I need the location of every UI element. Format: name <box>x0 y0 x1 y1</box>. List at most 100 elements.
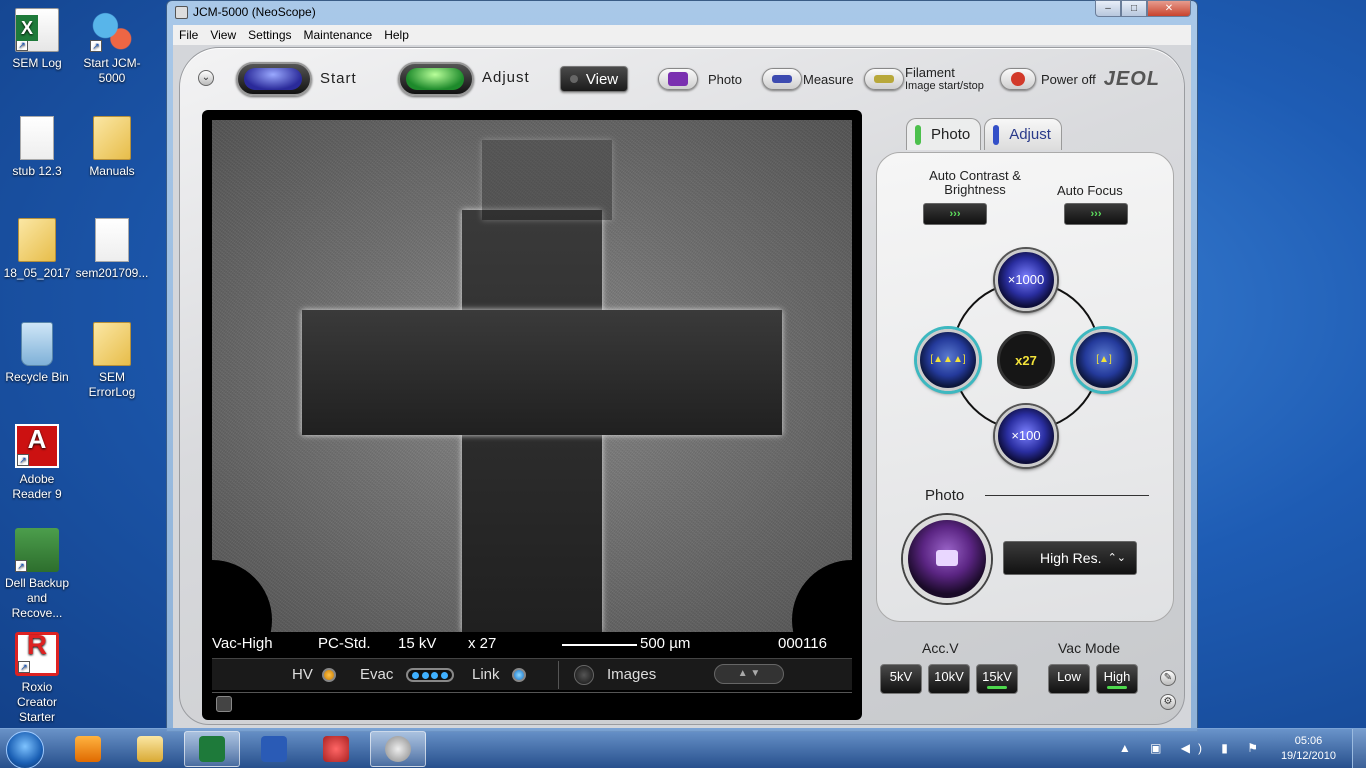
maximize-button[interactable]: □ <box>1121 0 1147 17</box>
sem-image[interactable] <box>212 120 852 632</box>
adjust-button[interactable] <box>398 62 474 96</box>
folder-icon <box>137 736 163 762</box>
auto-contrast-label: Auto Contrast & Brightness <box>929 168 1021 197</box>
desktop-icon-start-jcm[interactable]: ↗ Start JCM-5000 <box>75 8 149 86</box>
menu-settings[interactable]: Settings <box>242 28 297 42</box>
tab-photo-label: Photo <box>931 126 971 143</box>
accv-15kv-button[interactable]: 15kV <box>976 664 1018 694</box>
export-icon[interactable] <box>216 696 232 712</box>
measure-button[interactable] <box>762 68 802 90</box>
mode-readout: PC-Std. <box>318 635 371 652</box>
title-bar[interactable]: JCM-5000 (NeoScope) <box>167 1 1197 23</box>
images-label[interactable]: Images <box>607 666 656 683</box>
mag-1000-button[interactable]: ×1000 <box>995 249 1057 311</box>
desktop-icon-dell-backup[interactable]: ↗ Dell Backup and Recove... <box>0 528 74 621</box>
vac-low-button[interactable]: Low <box>1048 664 1090 694</box>
desktop-icon-stub[interactable]: stub 12.3 <box>0 116 74 179</box>
minimize-button[interactable]: – <box>1095 0 1121 17</box>
take-photo-button[interactable] <box>903 515 991 603</box>
text-document-icon <box>95 218 129 262</box>
menu-file[interactable]: File <box>173 28 204 42</box>
accv-10kv-button[interactable]: 10kV <box>928 664 970 694</box>
panel-tabs: Photo Adjust <box>906 118 1065 152</box>
image-scroll-arrows[interactable]: ▲ ▼ <box>714 664 784 684</box>
desktop-icon-sem-errorlog[interactable]: SEM ErrorLog <box>75 322 149 400</box>
filament-sublabel: Image start/stop <box>905 80 984 92</box>
word-icon <box>261 736 287 762</box>
auto-focus-button[interactable]: ››› <box>1064 203 1128 225</box>
filament-icon <box>874 75 894 83</box>
mag-100-button[interactable]: ×100 <box>995 405 1057 467</box>
status-bar: HV Evac Link Images ▲ ▼ <box>212 658 852 690</box>
filament-button[interactable] <box>864 68 904 90</box>
link-label: Link <box>472 666 500 683</box>
taskbar-jcm5000[interactable] <box>370 731 426 767</box>
tab-adjust[interactable]: Adjust <box>984 118 1062 150</box>
view-indicator-icon <box>569 75 578 83</box>
show-desktop-button[interactable] <box>1352 729 1366 768</box>
clock-time: 05:06 <box>1294 735 1323 747</box>
evac-progress-indicator <box>406 668 454 682</box>
image-info-bar: Vac-High PC-Std. 15 kV x 27 500 µm 00011… <box>212 632 852 656</box>
desktop-icon-18-05-2017[interactable]: 18_05_2017 <box>0 218 74 281</box>
tab-adjust-indicator-icon <box>993 125 1000 145</box>
images-icon[interactable] <box>574 665 594 685</box>
menu-view[interactable]: View <box>204 28 242 42</box>
taskbar-snipping-tool[interactable] <box>308 731 364 767</box>
accv-5kv-button[interactable]: 5kV <box>880 664 922 694</box>
start-icon <box>244 68 302 90</box>
window-title: JCM-5000 (NeoScope) <box>193 5 316 19</box>
taskbar-explorer[interactable] <box>122 731 178 767</box>
hv-indicator-icon <box>322 668 336 682</box>
view-button[interactable]: View <box>560 66 628 92</box>
folder-icon <box>18 218 56 262</box>
close-button[interactable]: ✕ <box>1147 0 1191 17</box>
photo-tool-button[interactable] <box>658 68 698 90</box>
collapse-toggle-icon[interactable]: ⌄ <box>198 70 214 86</box>
resolution-select[interactable]: High Res. ⌃⌄ <box>1003 541 1137 575</box>
desktop-icon-manuals[interactable]: Manuals <box>75 116 149 179</box>
tab-photo[interactable]: Photo <box>906 118 982 150</box>
folder-icon <box>93 116 131 160</box>
power-off-button[interactable] <box>1000 68 1036 90</box>
desktop-icon-sem-log[interactable]: ↗ SEM Log <box>0 8 74 71</box>
camera-icon <box>668 72 688 86</box>
taskbar: ▲ ▣ ◀) ▮ ⚑ 05:06 19/12/2010 <box>0 728 1366 768</box>
desktop-icon-label: Start JCM-5000 <box>83 56 141 85</box>
zoom-out-button[interactable]: [▲▲▲] <box>917 329 979 391</box>
jcm-app-icon <box>385 736 411 762</box>
desktop-icon-recycle-bin[interactable]: Recycle Bin <box>0 322 74 385</box>
auto-contrast-button[interactable]: ››› <box>923 203 987 225</box>
jcm-gear-icon: ↗ <box>90 8 134 52</box>
clock-date: 19/12/2010 <box>1280 750 1336 762</box>
vac-high-button[interactable]: High <box>1096 664 1138 694</box>
window-controls: – □ ✕ <box>1095 0 1191 17</box>
windows-start-button[interactable] <box>6 731 44 768</box>
taskbar-word[interactable] <box>246 731 302 767</box>
desktop-icon-sem2017[interactable]: sem201709... <box>75 218 149 281</box>
magnification-readout: x 27 <box>468 635 497 652</box>
current-magnification: x27 <box>997 331 1055 389</box>
zoom-in-button[interactable]: [▲] <box>1073 329 1135 391</box>
accv-label: Acc.V <box>922 640 959 656</box>
desktop-icon-roxio[interactable]: ↗ Roxio Creator Starter <box>0 632 74 725</box>
photo-panel: Auto Contrast & Brightness ››› Auto Focu… <box>876 152 1174 622</box>
settings-small-icon[interactable]: ⚙ <box>1160 694 1176 710</box>
pen-tool-icon[interactable]: ✎ <box>1160 670 1176 686</box>
menu-help[interactable]: Help <box>378 28 415 42</box>
desktop-icon-adobe-reader[interactable]: ↗ Adobe Reader 9 <box>0 424 74 502</box>
taskbar-excel[interactable] <box>184 731 240 767</box>
menu-maintenance[interactable]: Maintenance <box>298 28 379 42</box>
media-player-icon <box>75 736 101 762</box>
adobe-reader-icon: ↗ <box>15 424 59 468</box>
desktop-icon-label: Adobe Reader 9 <box>12 472 62 501</box>
system-tray[interactable]: ▲ ▣ ◀) ▮ ⚑ <box>1119 741 1266 755</box>
desktop-icon-label: Manuals <box>89 164 135 178</box>
start-button[interactable] <box>236 62 312 96</box>
scale-readout: 500 µm <box>640 635 691 652</box>
status-divider <box>558 661 559 689</box>
taskbar-media-player[interactable] <box>60 731 116 767</box>
hv-label: HV <box>292 666 313 683</box>
taskbar-clock[interactable]: 05:06 19/12/2010 <box>1281 734 1336 764</box>
neoscope-body: ⌄ Start Adjust View Photo Measure Filame… <box>179 47 1185 725</box>
